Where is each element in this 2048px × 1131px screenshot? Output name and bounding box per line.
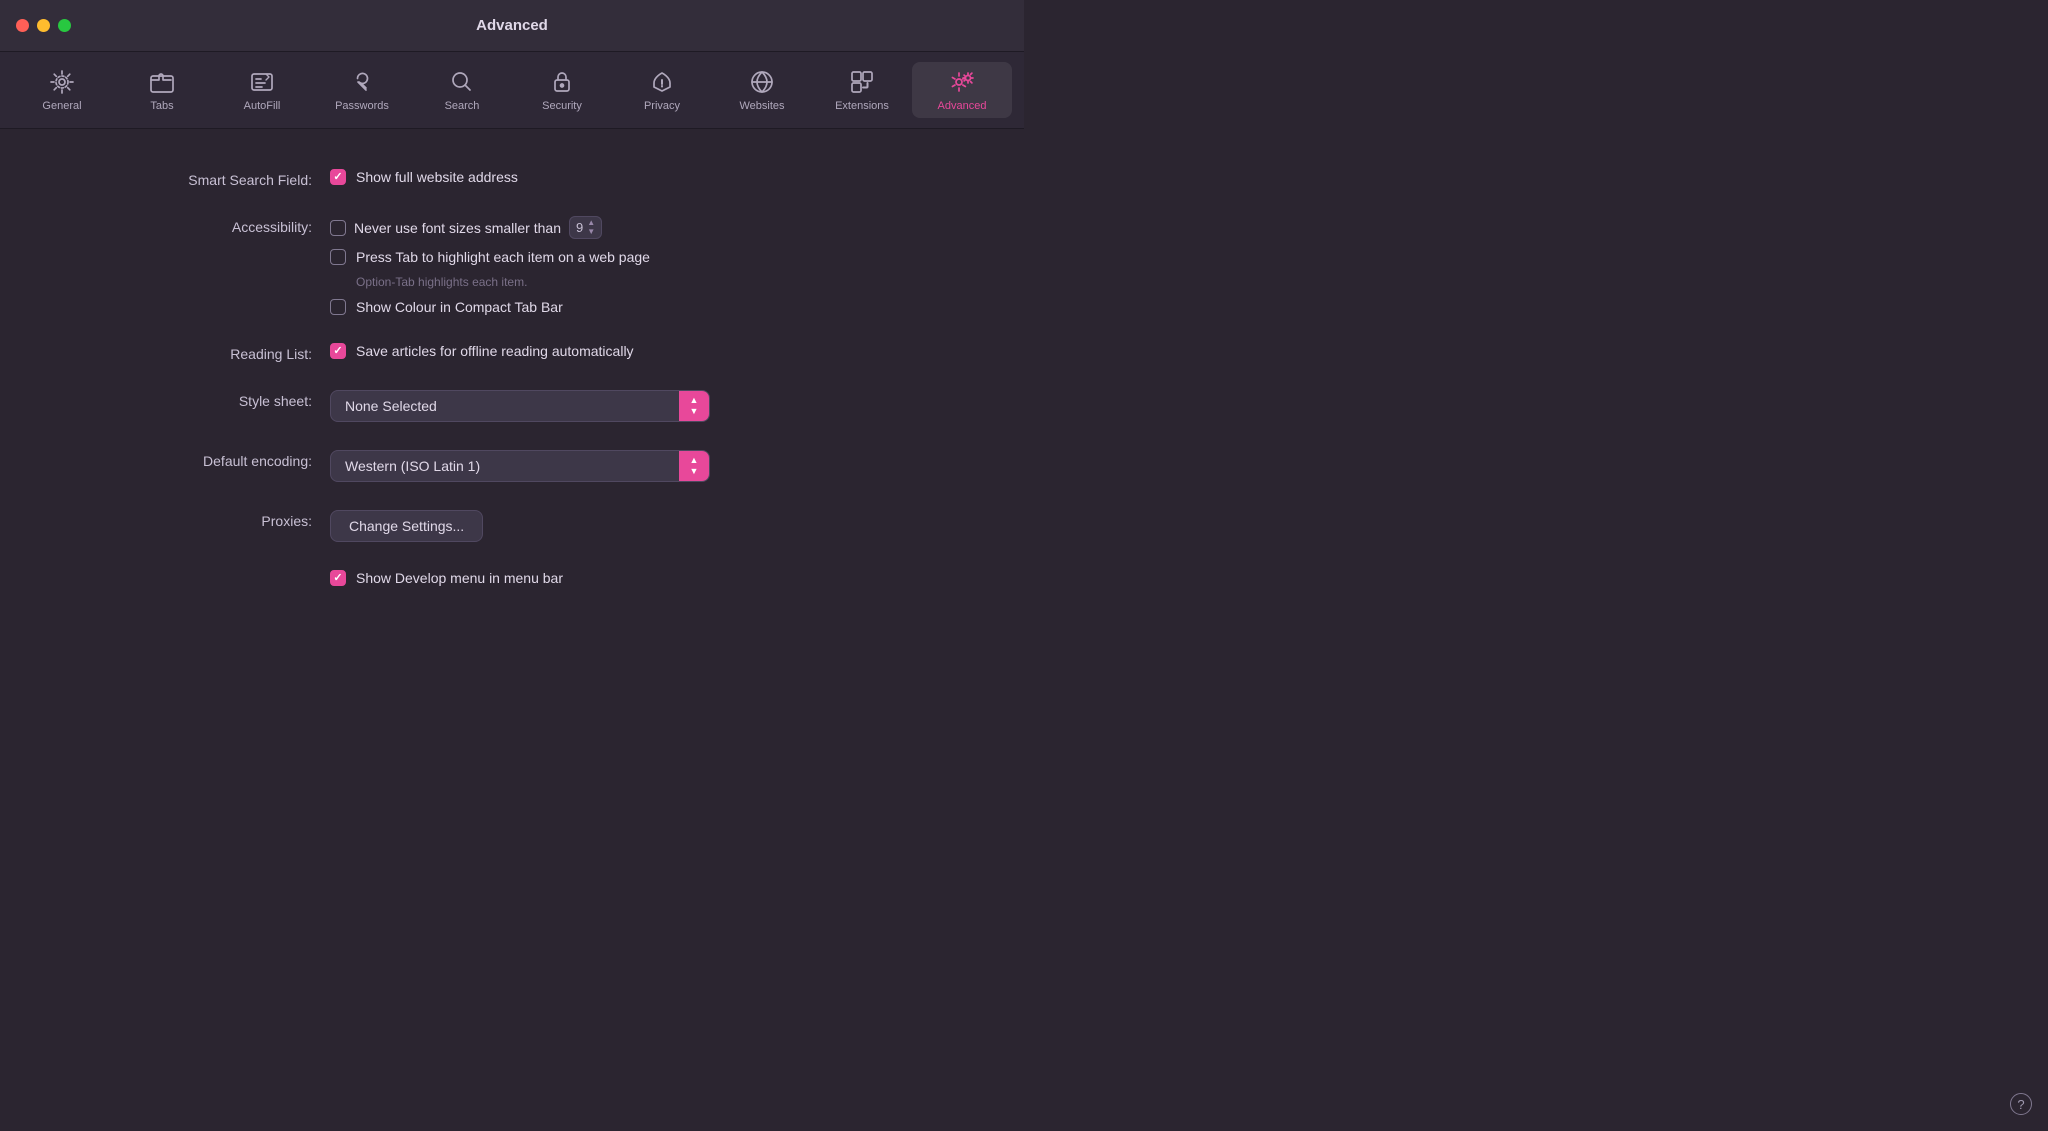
show-colour-checkbox[interactable] [330, 299, 346, 315]
develop-menu-checkbox-row: Show Develop menu in menu bar [330, 570, 563, 586]
tab-general[interactable]: General [12, 62, 112, 118]
font-size-select[interactable]: 9 ▲ ▼ [569, 216, 602, 239]
tab-autofill-label: AutoFill [244, 100, 281, 112]
style-sheet-value: None Selected [331, 391, 679, 421]
style-sheet-label: Style sheet: [60, 390, 330, 409]
default-encoding-dropdown-btn[interactable]: ▲ ▼ [679, 451, 709, 481]
style-sheet-row: Style sheet: None Selected ▲ ▼ [60, 390, 964, 422]
reading-list-controls: Save articles for offline reading automa… [330, 343, 634, 359]
tab-privacy-label: Privacy [644, 100, 680, 112]
window-title: Advanced [476, 17, 548, 34]
tab-advanced-label: Advanced [938, 100, 987, 112]
style-sheet-up-arrow: ▲ [690, 396, 699, 405]
reading-list-checkbox[interactable] [330, 343, 346, 359]
proxies-controls: Change Settings... [330, 510, 483, 542]
titlebar: Advanced [0, 0, 1024, 52]
tab-websites-label: Websites [739, 100, 784, 112]
accessibility-controls: Never use font sizes smaller than 9 ▲ ▼ … [330, 216, 650, 315]
tab-passwords[interactable]: Passwords [312, 62, 412, 118]
font-size-up-arrow[interactable]: ▲ [587, 219, 595, 227]
develop-menu-row: Show Develop menu in menu bar [60, 570, 964, 586]
smart-search-checkbox-label: Show full website address [356, 169, 518, 185]
proxies-label: Proxies: [60, 510, 330, 529]
default-encoding-controls: Western (ISO Latin 1) ▲ ▼ [330, 450, 710, 482]
close-button[interactable] [16, 19, 29, 32]
press-tab-hint: Option-Tab highlights each item. [330, 275, 650, 289]
font-size-down-arrow[interactable]: ▼ [587, 228, 595, 236]
default-encoding-dropdown[interactable]: Western (ISO Latin 1) ▲ ▼ [330, 450, 710, 482]
smart-search-label: Smart Search Field: [60, 169, 330, 188]
style-sheet-controls: None Selected ▲ ▼ [330, 390, 710, 422]
tab-security-label: Security [542, 100, 582, 112]
tab-extensions-label: Extensions [835, 100, 889, 112]
encoding-down-arrow: ▼ [690, 467, 699, 476]
settings-content: Smart Search Field: Show full website ad… [0, 129, 1024, 654]
font-size-row: Never use font sizes smaller than 9 ▲ ▼ [330, 216, 650, 239]
encoding-up-arrow: ▲ [690, 456, 699, 465]
develop-menu-controls: Show Develop menu in menu bar [330, 570, 563, 586]
default-encoding-label: Default encoding: [60, 450, 330, 469]
reading-list-row: Reading List: Save articles for offline … [60, 343, 964, 362]
font-size-checkbox[interactable] [330, 220, 346, 236]
tab-search-label: Search [445, 100, 480, 112]
tab-general-label: General [42, 100, 81, 112]
style-sheet-dropdown[interactable]: None Selected ▲ ▼ [330, 390, 710, 422]
tab-tabs-label: Tabs [150, 100, 173, 112]
tab-search[interactable]: Search [412, 62, 512, 118]
tab-passwords-label: Passwords [335, 100, 389, 112]
font-size-stepper[interactable]: ▲ ▼ [587, 219, 595, 236]
press-tab-checkbox[interactable] [330, 249, 346, 265]
develop-menu-checkbox[interactable] [330, 570, 346, 586]
window-controls [16, 19, 71, 32]
default-encoding-row: Default encoding: Western (ISO Latin 1) … [60, 450, 964, 482]
style-sheet-dropdown-btn[interactable]: ▲ ▼ [679, 391, 709, 421]
smart-search-checkbox-row: Show full website address [330, 169, 518, 185]
accessibility-row: Accessibility: Never use font sizes smal… [60, 216, 964, 315]
tab-tabs[interactable]: Tabs [112, 62, 212, 118]
press-tab-label: Press Tab to highlight each item on a we… [356, 249, 650, 265]
font-size-label: Never use font sizes smaller than [354, 220, 561, 236]
style-sheet-down-arrow: ▼ [690, 407, 699, 416]
proxies-row: Proxies: Change Settings... [60, 510, 964, 542]
press-tab-row: Press Tab to highlight each item on a we… [330, 249, 650, 265]
reading-list-checkbox-row: Save articles for offline reading automa… [330, 343, 634, 359]
show-colour-row: Show Colour in Compact Tab Bar [330, 299, 650, 315]
smart-search-controls: Show full website address [330, 169, 518, 185]
smart-search-field-row: Smart Search Field: Show full website ad… [60, 169, 964, 188]
change-settings-button[interactable]: Change Settings... [330, 510, 483, 542]
help-button[interactable]: ? [2010, 1093, 2032, 1115]
minimize-button[interactable] [37, 19, 50, 32]
toolbar: General Tabs AutoFill Passwords Search [0, 52, 1024, 129]
font-size-value: 9 [576, 220, 583, 235]
tab-websites[interactable]: Websites [712, 62, 812, 118]
tab-extensions[interactable]: Extensions [812, 62, 912, 118]
maximize-button[interactable] [58, 19, 71, 32]
tab-security[interactable]: Security [512, 62, 612, 118]
show-colour-label: Show Colour in Compact Tab Bar [356, 299, 563, 315]
smart-search-checkbox[interactable] [330, 169, 346, 185]
default-encoding-value: Western (ISO Latin 1) [331, 451, 679, 481]
tab-autofill[interactable]: AutoFill [212, 62, 312, 118]
tab-privacy[interactable]: Privacy [612, 62, 712, 118]
develop-menu-checkbox-label: Show Develop menu in menu bar [356, 570, 563, 586]
accessibility-label: Accessibility: [60, 216, 330, 235]
tab-advanced[interactable]: Advanced [912, 62, 1012, 118]
reading-list-checkbox-label: Save articles for offline reading automa… [356, 343, 634, 359]
reading-list-label: Reading List: [60, 343, 330, 362]
